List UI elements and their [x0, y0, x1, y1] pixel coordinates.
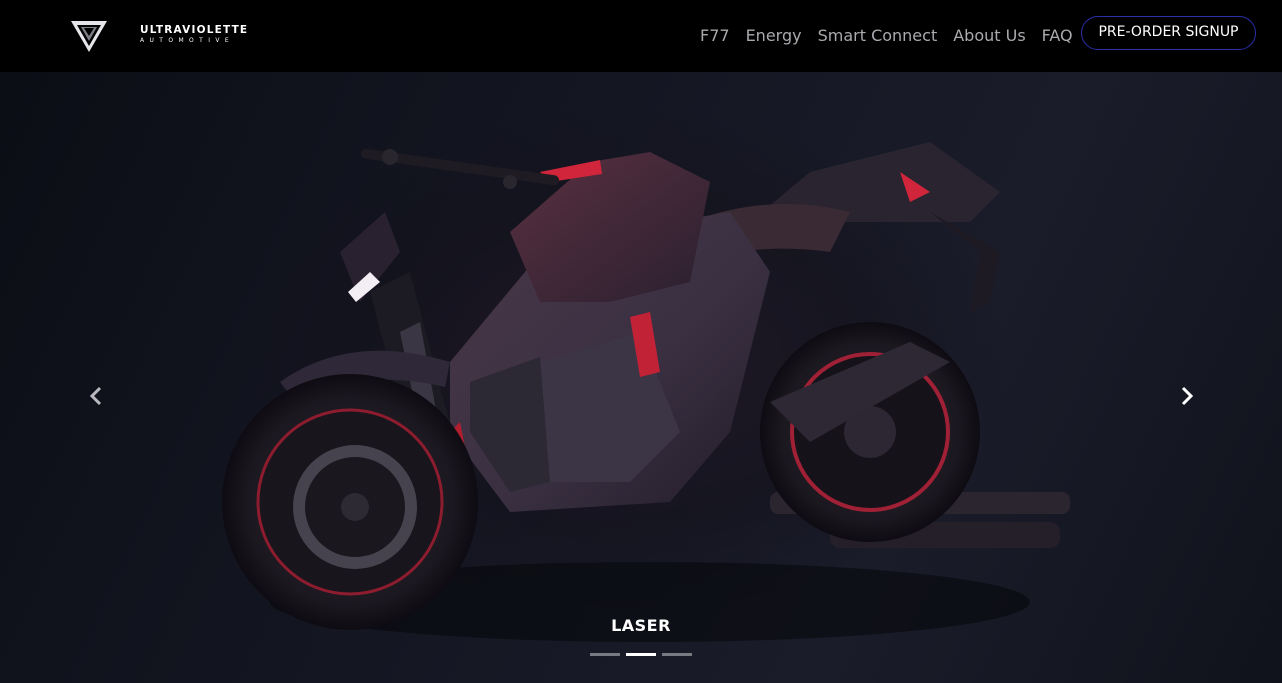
brand-subtitle: AUTOMOTIVE	[140, 36, 235, 44]
pre-order-signup-button[interactable]: PRE-ORDER SIGNUP	[1081, 16, 1256, 50]
nav-link-energy[interactable]: Energy	[746, 26, 802, 46]
main-menu: F77 Energy Smart Connect About Us FAQ	[700, 26, 1073, 46]
nav-link-smart-connect[interactable]: Smart Connect	[818, 26, 938, 46]
carousel-indicator-2[interactable]	[626, 653, 656, 656]
ultraviolette-logo-icon[interactable]	[70, 19, 108, 53]
next-slide-icon[interactable]	[1174, 384, 1198, 408]
motorcycle-image	[222, 142, 1070, 642]
brand-name: ULTRAVIOLETTE	[140, 24, 249, 36]
previous-slide-icon[interactable]	[85, 384, 109, 408]
nav-link-faq[interactable]: FAQ	[1042, 26, 1073, 46]
nav-link-about-us[interactable]: About Us	[953, 26, 1025, 46]
top-navbar: ULTRAVIOLETTE AUTOMOTIVE F77 Energy Smar…	[0, 0, 1282, 72]
hero-carousel: LASER	[0, 72, 1282, 683]
slide-caption: LASER	[611, 616, 671, 635]
brand-wordmark[interactable]: ULTRAVIOLETTE AUTOMOTIVE	[140, 25, 248, 44]
carousel-indicator-1[interactable]	[590, 653, 620, 656]
carousel-indicators	[590, 653, 692, 656]
carousel-indicator-3[interactable]	[662, 653, 692, 656]
nav-link-f77[interactable]: F77	[700, 26, 730, 46]
